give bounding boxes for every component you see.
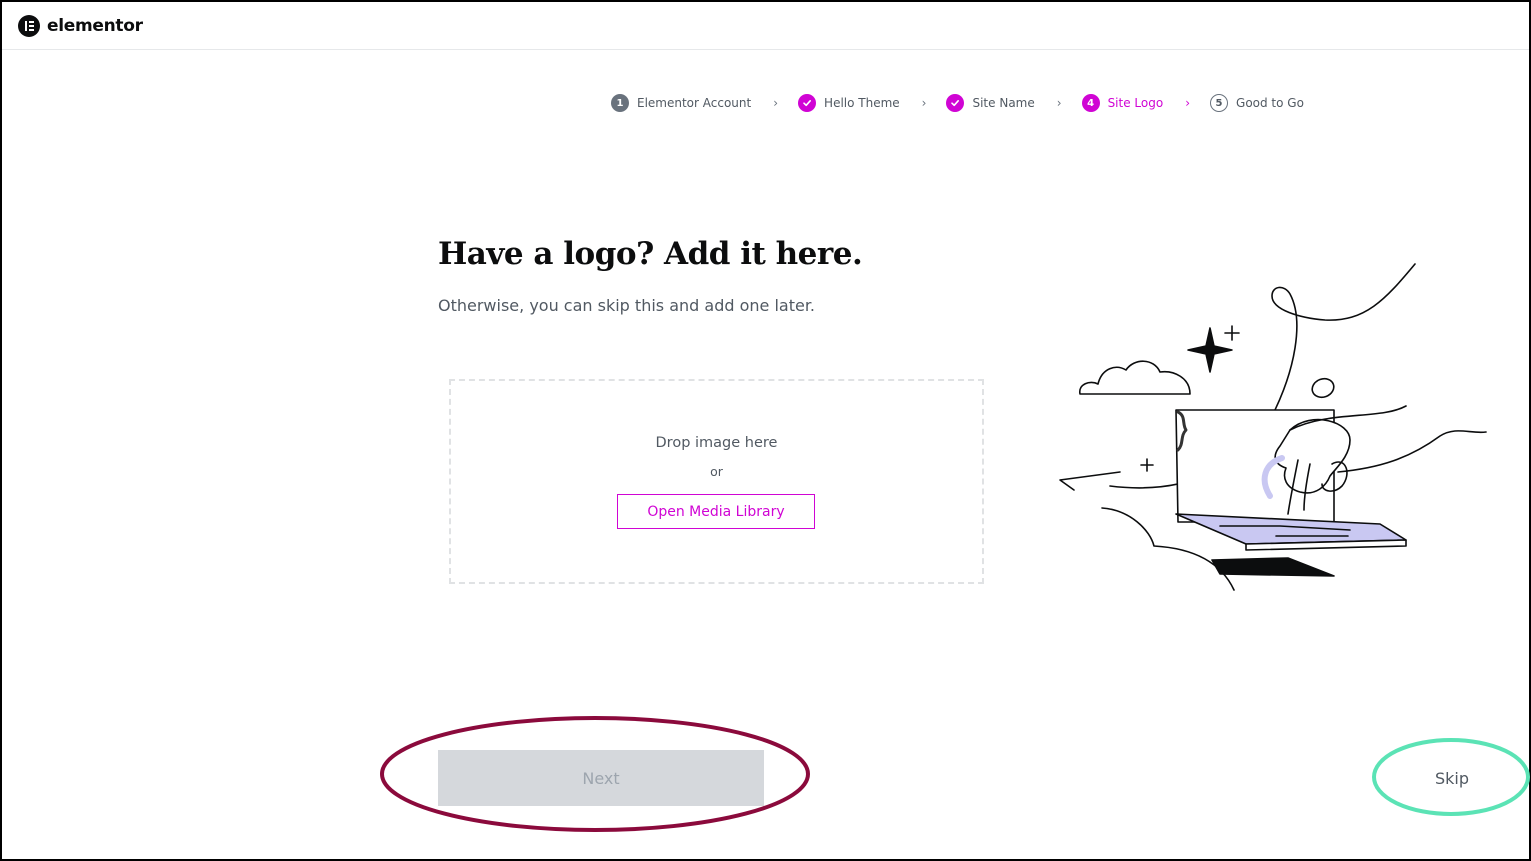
step-number: 1: [611, 94, 629, 112]
progress-steps: 1 Elementor Account › Hello Theme › Site…: [611, 94, 1304, 112]
chevron-right-icon: ›: [1185, 96, 1191, 110]
step-elementor-account: 1 Elementor Account: [611, 94, 751, 112]
check-icon: [946, 94, 965, 112]
step-label: Site Name: [972, 96, 1035, 110]
step-label: Hello Theme: [824, 96, 900, 110]
top-bar: elementor: [2, 2, 1529, 50]
chevron-right-icon: ›: [921, 96, 927, 110]
step-label: Good to Go: [1236, 96, 1304, 110]
laptop-illustration: [1059, 263, 1487, 591]
step-site-name: Site Name: [946, 94, 1035, 112]
skip-button[interactable]: Skip: [1410, 760, 1494, 796]
image-dropzone[interactable]: Drop image here or Open Media Library: [449, 379, 984, 584]
brand-name: elementor: [47, 16, 143, 36]
elementor-logo-icon: [18, 15, 40, 37]
step-label: Elementor Account: [637, 96, 752, 110]
step-good-to-go: 5 Good to Go: [1210, 94, 1304, 112]
chevron-right-icon: ›: [1056, 96, 1062, 110]
elementor-logo[interactable]: elementor: [18, 15, 143, 37]
next-button[interactable]: Next: [438, 750, 764, 806]
drop-image-text: Drop image here: [655, 435, 778, 451]
step-number: 5: [1210, 94, 1229, 112]
open-media-library-button[interactable]: Open Media Library: [617, 494, 815, 529]
chevron-right-icon: ›: [773, 96, 779, 110]
step-number: 4: [1081, 94, 1100, 112]
step-label: Site Logo: [1107, 96, 1164, 110]
step-site-logo: 4 Site Logo: [1081, 94, 1164, 112]
step-hello-theme: Hello Theme: [798, 94, 900, 112]
page-title: Have a logo? Add it here.: [438, 236, 863, 272]
or-text: or: [710, 464, 723, 479]
check-icon: [798, 94, 817, 112]
page-subtitle: Otherwise, you can skip this and add one…: [438, 296, 816, 315]
